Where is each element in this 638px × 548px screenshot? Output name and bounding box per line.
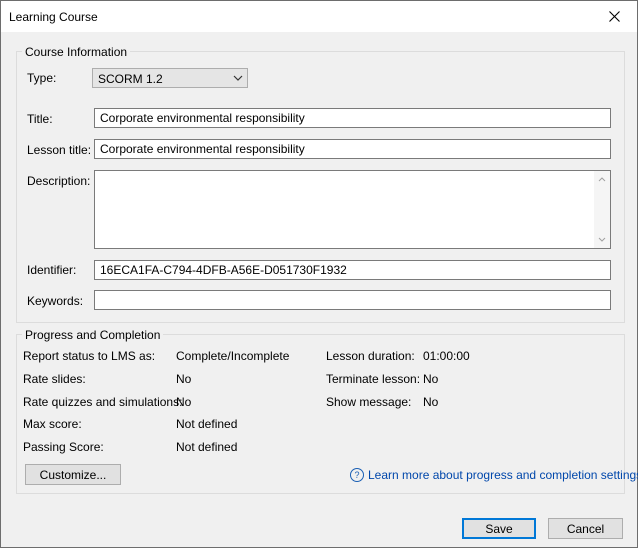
rate-slides-label: Rate slides: xyxy=(23,372,86,386)
description-scrollbar[interactable] xyxy=(594,171,610,248)
rate-slides-value: No xyxy=(176,372,192,386)
keywords-input[interactable] xyxy=(94,290,611,310)
passing-score-label: Passing Score: xyxy=(23,440,104,454)
progress-completion-label: Progress and Completion xyxy=(22,328,164,342)
lesson-duration-value: 01:00:00 xyxy=(423,349,470,363)
passing-score-value: Not defined xyxy=(176,440,238,454)
show-message-value: No xyxy=(423,395,439,409)
max-score-value: Not defined xyxy=(176,417,238,431)
lesson-title-input[interactable]: Corporate environmental responsibility xyxy=(94,139,611,159)
save-button[interactable]: Save xyxy=(462,518,536,539)
identifier-label: Identifier: xyxy=(27,263,77,277)
learn-more-text: Learn more about progress and completion… xyxy=(368,468,638,482)
title-input[interactable]: Corporate environmental responsibility xyxy=(94,108,611,128)
description-label: Description: xyxy=(27,174,91,188)
chevron-down-icon xyxy=(233,75,243,81)
lesson-title-label: Lesson title: xyxy=(27,143,92,157)
window-title: Learning Course xyxy=(9,10,98,24)
show-message-label: Show message: xyxy=(326,395,412,409)
identifier-input[interactable]: 16ECA1FA-C794-4DFB-A56E-D051730F1932 xyxy=(94,260,611,280)
keywords-label: Keywords: xyxy=(27,294,84,308)
rate-quizzes-value: No xyxy=(176,395,192,409)
rate-quizzes-label: Rate quizzes and simulations: xyxy=(23,395,183,409)
course-information-label: Course Information xyxy=(22,45,131,59)
scroll-down-icon[interactable] xyxy=(598,237,606,243)
learn-more-link[interactable]: ? Learn more about progress and completi… xyxy=(350,468,638,482)
report-status-label: Report status to LMS as: xyxy=(23,349,156,363)
report-status-value: Complete/Incomplete xyxy=(176,349,290,363)
type-selected-value: SCORM 1.2 xyxy=(98,72,163,86)
description-textarea[interactable] xyxy=(94,170,611,249)
terminate-lesson-label: Terminate lesson: xyxy=(326,372,421,386)
title-label: Title: xyxy=(27,112,53,126)
max-score-label: Max score: xyxy=(23,417,82,431)
title-bar: Learning Course xyxy=(1,1,637,32)
close-icon xyxy=(608,11,620,22)
cancel-button[interactable]: Cancel xyxy=(548,518,623,539)
type-select[interactable]: SCORM 1.2 xyxy=(92,68,248,88)
scroll-up-icon[interactable] xyxy=(598,176,606,182)
learning-course-dialog: Learning Course Course Information Type:… xyxy=(0,0,638,548)
terminate-lesson-value: No xyxy=(423,372,439,386)
close-button[interactable] xyxy=(591,1,637,32)
lesson-duration-label: Lesson duration: xyxy=(326,349,415,363)
customize-button[interactable]: Customize... xyxy=(25,464,121,485)
help-icon: ? xyxy=(350,468,364,482)
type-label: Type: xyxy=(27,71,57,85)
